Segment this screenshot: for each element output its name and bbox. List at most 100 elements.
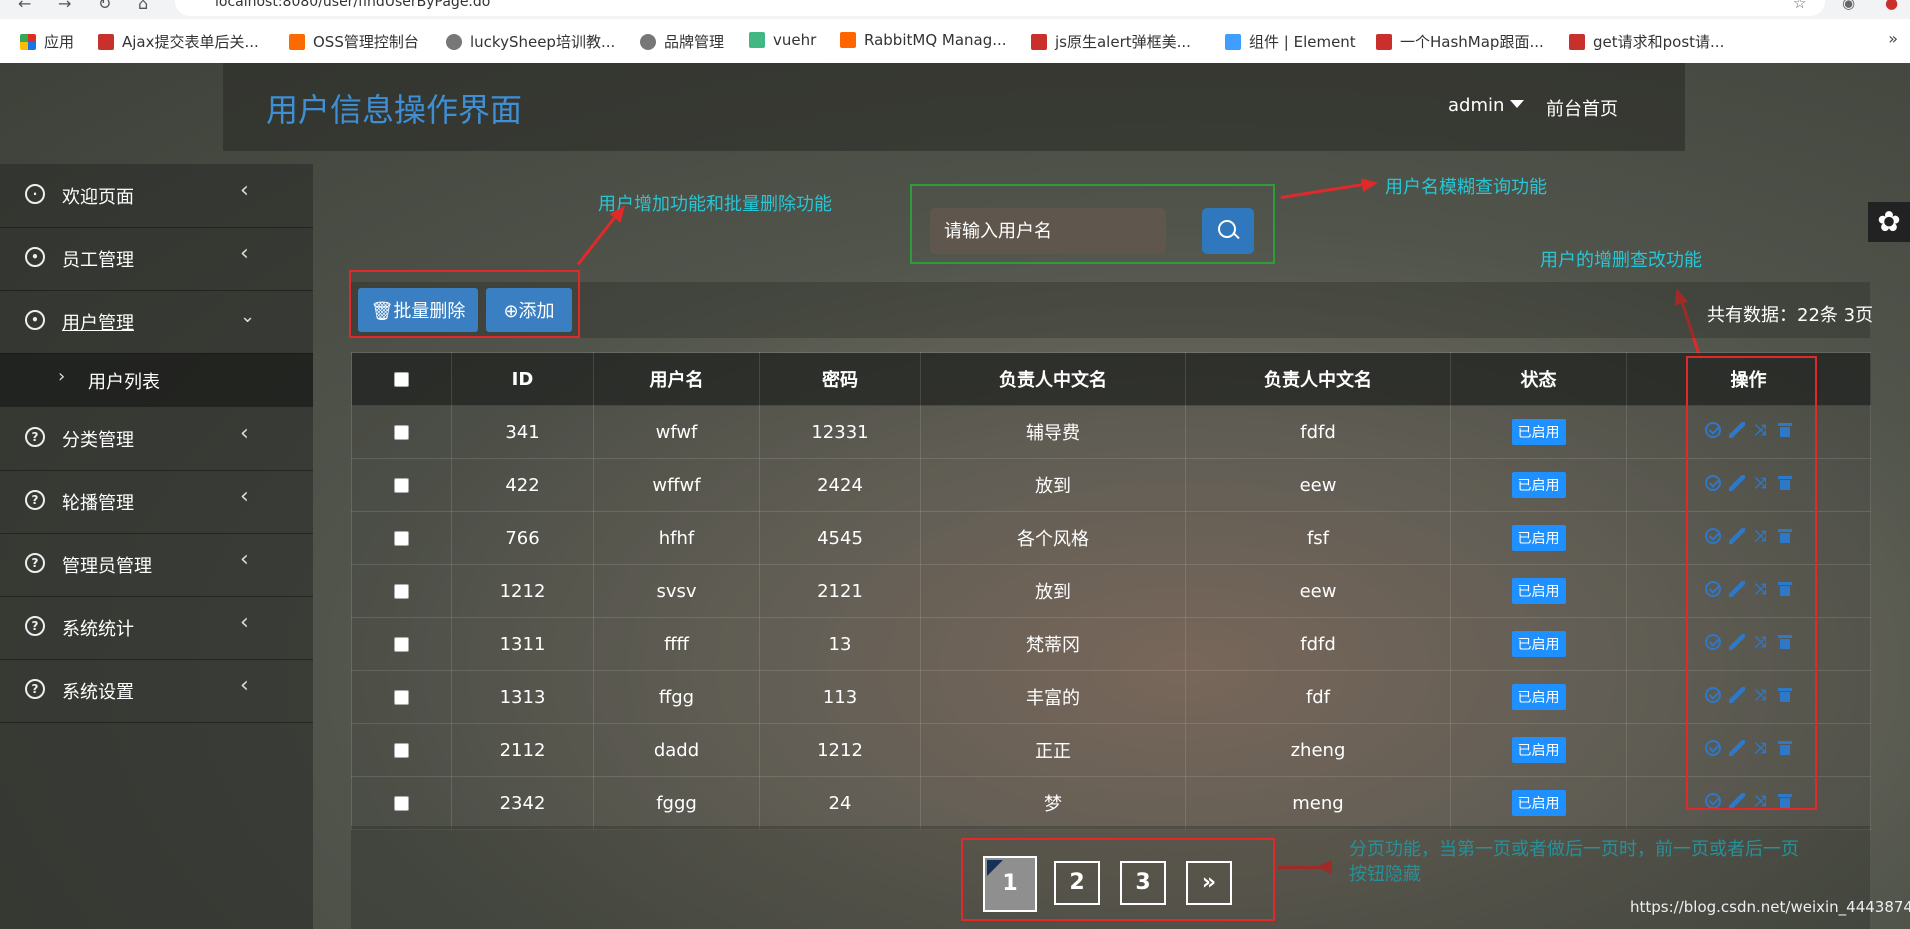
page-button-2[interactable]: 2 [1054,861,1100,905]
status-badge: 已启用 [1511,684,1566,710]
chevron-left-icon: ‹ [240,547,249,572]
row-select-cell[interactable] [351,564,452,618]
row-checkbox[interactable] [394,584,409,599]
row-checkbox[interactable] [394,531,409,546]
bookmarks-more-icon[interactable]: » [1888,29,1898,48]
caret-down-icon [1510,100,1525,108]
cell-status: 已启用 [1450,458,1627,512]
sidebar-item-carousel[interactable]: ? 轮播管理 ‹ [0,470,313,534]
row-select-cell[interactable] [351,670,452,724]
page-button-3[interactable]: 3 [1120,861,1166,905]
row-checkbox[interactable] [394,637,409,652]
table-row: 2112 dadd 1212 正正 zheng 已启用 ⤨ [351,723,1871,777]
home-link[interactable]: 前台首页 [1546,95,1618,121]
back-icon[interactable]: ← [18,0,31,13]
menu-icon[interactable]: ● [1885,0,1898,12]
bookmarks-bar: 应用 Ajax提交表单后关... OSS管理控制台 luckySheep培训教.… [0,19,1910,64]
floating-widget-icon[interactable]: ✿ [1868,202,1910,242]
cell-status: 已启用 [1450,564,1627,618]
cell-en_name: meng [1185,776,1451,830]
forward-icon[interactable]: → [58,0,71,13]
cell-id: 2112 [451,723,594,777]
csdn-icon [1569,34,1585,50]
select-all-header[interactable] [351,352,452,406]
select-all-checkbox[interactable] [394,372,409,387]
csdn-icon [1031,34,1047,50]
reload-icon[interactable]: ↻ [98,0,111,13]
sidebar-item-staff[interactable]: • 员工管理 ‹ [0,227,313,291]
row-select-cell[interactable] [351,776,452,830]
bookmark-4[interactable]: 品牌管理 [640,31,724,52]
cell-status: 已启用 [1450,405,1627,459]
profile-icon[interactable]: ◉ [1842,0,1855,12]
search-icon [1218,220,1236,238]
row-select-cell[interactable] [351,458,452,512]
sidebar-item-welcome[interactable]: · 欢迎页面 ‹ [0,164,313,228]
chevron-down-icon: ⌄ [240,306,256,327]
cell-id: 341 [451,405,594,459]
row-checkbox[interactable] [394,690,409,705]
row-checkbox[interactable] [394,425,409,440]
cell-status: 已启用 [1450,511,1627,565]
add-button[interactable]: ⊕添加 [486,288,572,332]
row-select-cell[interactable] [351,617,452,671]
user-circle-icon: • [25,310,45,330]
chevron-left-icon: ‹ [240,610,249,635]
bookmark-apps[interactable]: 应用 [20,31,74,52]
chevron-left-icon: ‹ [240,484,249,509]
table-row: 1212 svsv 2121 放到 eew 已启用 ⤨ [351,564,1871,618]
chevron-left-icon: ‹ [240,178,249,203]
plus-circle-icon: ⊕ [503,301,519,322]
sidebar-subitem-label: 用户列表 [88,372,160,393]
bookmark-10[interactable]: get请求和post请... [1569,31,1724,52]
column-header: 用户名 [593,352,760,406]
star-icon[interactable]: ☆ [1793,0,1806,12]
sidebar-item-label: 分类管理 [62,430,134,451]
bookmark-6[interactable]: RabbitMQ Manag... [840,31,1007,49]
search-input[interactable] [930,208,1166,254]
bookmark-9[interactable]: 一个HashMap跟面... [1376,31,1544,52]
home-icon[interactable]: ⌂ [138,0,148,13]
cell-en_name: fdfd [1185,405,1451,459]
sidebar-item-stats[interactable]: ? 系统统计 ‹ [0,596,313,660]
next-page-button[interactable]: » [1186,861,1232,905]
row-checkbox[interactable] [394,796,409,811]
row-checkbox[interactable] [394,478,409,493]
row-select-cell[interactable] [351,723,452,777]
trash-icon: 🗑 [370,301,394,322]
bookmark-8[interactable]: 组件 | Element [1225,31,1356,52]
cell-username: wffwf [593,458,760,512]
cell-id: 1313 [451,670,594,724]
table-row: 1311 ffff 13 梵蒂冈 fdfd 已启用 ⤨ [351,617,1871,671]
row-select-cell[interactable] [351,511,452,565]
page-button-1[interactable]: 1 [983,856,1037,912]
bookmark-5[interactable]: vuehr [749,31,816,49]
user-menu[interactable]: admin [1448,95,1525,116]
bookmark-7[interactable]: js原生alert弹框美... [1031,31,1191,52]
sidebar-item-category[interactable]: ? 分类管理 ‹ [0,407,313,471]
bookmark-2[interactable]: OSS管理控制台 [289,31,419,52]
row-select-cell[interactable] [351,405,452,459]
cell-en_name: eew [1185,564,1451,618]
search-button[interactable] [1202,208,1254,254]
aliyun-icon [289,34,305,50]
cell-cn_name: 辅导费 [920,405,1186,459]
annotation-crud: 用户的增删查改功能 [1540,250,1702,271]
address-url[interactable]: localhost:8080/user/findUserByPage.do [215,0,490,10]
sidebar-item-settings[interactable]: ? 系统设置 ‹ [0,659,313,723]
bookmark-1[interactable]: Ajax提交表单后关... [98,31,259,52]
status-badge: 已启用 [1511,525,1566,551]
batch-delete-button[interactable]: 🗑批量删除 [358,288,478,332]
sidebar-item-label: 员工管理 [62,250,134,271]
bookmark-3[interactable]: luckySheep培训教... [446,31,615,52]
sidebar-item-label: 欢迎页面 [62,187,134,208]
cell-password: 13 [759,617,921,671]
question-circle-icon: ? [25,490,45,510]
table-row: 766 hfhf 4545 各个风格 fsf 已启用 ⤨ [351,511,1871,565]
table-header-row: ID 用户名 密码 负责人中文名 负责人中文名 状态 操作 [351,352,1871,406]
row-checkbox[interactable] [394,743,409,758]
page-title: 用户信息操作界面 [266,91,523,129]
sidebar-item-admins[interactable]: ? 管理员管理 ‹ [0,533,313,597]
sidebar-item-users[interactable]: • 用户管理 ⌄ [0,290,313,354]
sidebar-subitem-user-list[interactable]: › 用户列表 [0,353,313,407]
